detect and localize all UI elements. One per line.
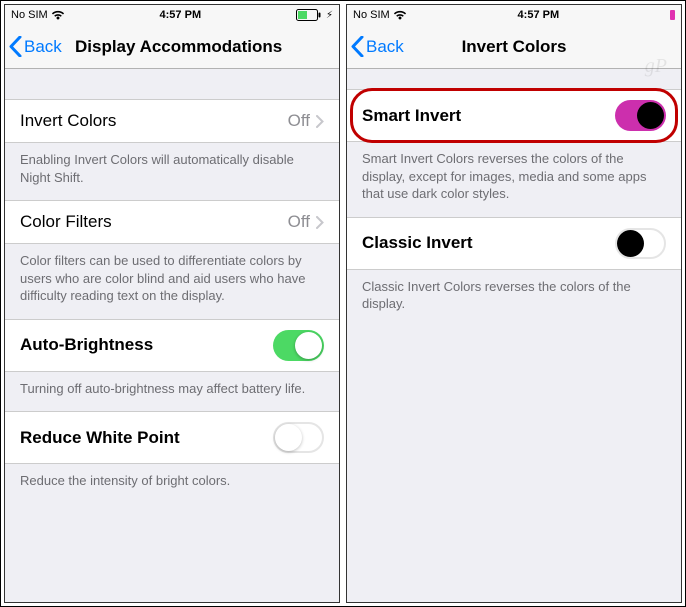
row-footer: Reduce the intensity of bright colors. xyxy=(5,464,339,504)
row-reduce-white-point: Reduce White Point xyxy=(5,411,339,464)
row-color-filters[interactable]: Color Filters Off xyxy=(5,200,339,244)
row-footer: Smart Invert Colors reverses the colors … xyxy=(347,142,681,217)
chevron-right-icon xyxy=(316,115,324,128)
row-value: Off xyxy=(288,212,310,232)
row-label: Auto-Brightness xyxy=(20,335,273,355)
toggle-reduce-white-point[interactable] xyxy=(273,422,324,453)
row-invert-colors[interactable]: Invert Colors Off xyxy=(5,99,339,143)
wifi-icon xyxy=(393,10,407,20)
wifi-icon xyxy=(51,10,65,20)
row-smart-invert: Smart Invert xyxy=(347,89,681,142)
row-footer: Turning off auto-brightness may affect b… xyxy=(5,372,339,412)
row-label: Reduce White Point xyxy=(20,428,273,448)
carrier-text: No SIM xyxy=(353,9,390,21)
nav-bar: Back Display Accommodations xyxy=(5,25,339,69)
toggle-classic-invert[interactable] xyxy=(615,228,666,259)
toggle-smart-invert[interactable] xyxy=(615,100,666,131)
row-label: Invert Colors xyxy=(20,111,288,131)
status-bar: No SIM 4:57 PM xyxy=(347,5,681,25)
settings-list: Invert Colors Off Enabling Invert Colors… xyxy=(5,69,339,602)
row-footer: Enabling Invert Colors will automaticall… xyxy=(5,143,339,200)
row-classic-invert: Classic Invert xyxy=(347,217,681,270)
phone-display-accommodations: No SIM 4:57 PM ⚡︎ Back Display Accommoda… xyxy=(4,4,340,603)
row-value: Off xyxy=(288,111,310,131)
clock-text: 4:57 PM xyxy=(518,9,560,21)
row-label: Color Filters xyxy=(20,212,288,232)
phone-invert-colors: No SIM 4:57 PM Back Invert Colors gP xyxy=(346,4,682,603)
status-bar: No SIM 4:57 PM ⚡︎ xyxy=(5,5,339,25)
row-auto-brightness: Auto-Brightness xyxy=(5,319,339,372)
page-title: Display Accommodations xyxy=(75,37,282,57)
toggle-auto-brightness[interactable] xyxy=(273,330,324,361)
chevron-left-icon xyxy=(9,36,22,57)
back-label: Back xyxy=(366,37,404,57)
row-footer: Color filters can be used to differentia… xyxy=(5,244,339,319)
chevron-right-icon xyxy=(316,216,324,229)
chevron-left-icon xyxy=(351,36,364,57)
nav-bar: Back Invert Colors xyxy=(347,25,681,69)
charging-icon: ⚡︎ xyxy=(326,10,333,21)
back-label: Back xyxy=(24,37,62,57)
settings-list: Smart Invert Smart Invert Colors reverse… xyxy=(347,69,681,602)
row-label: Smart Invert xyxy=(362,106,615,126)
battery-icon xyxy=(296,9,322,21)
row-footer: Classic Invert Colors reverses the color… xyxy=(347,270,681,327)
carrier-text: No SIM xyxy=(11,9,48,21)
clock-text: 4:57 PM xyxy=(160,9,202,21)
row-label: Classic Invert xyxy=(362,233,615,253)
back-button[interactable]: Back xyxy=(5,36,62,57)
back-button[interactable]: Back xyxy=(347,36,404,57)
battery-icon xyxy=(670,10,675,20)
